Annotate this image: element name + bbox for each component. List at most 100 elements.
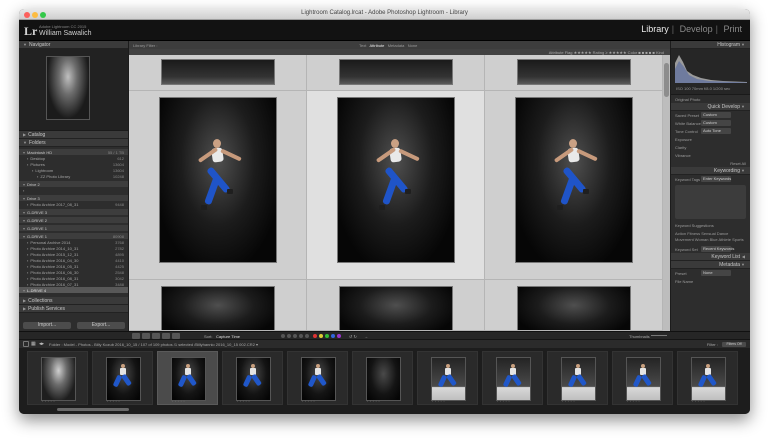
thumbnail-grid	[129, 55, 663, 331]
filter-tab-attribute[interactable]: Attribute	[369, 43, 384, 48]
metadata-preset-select[interactable]: None	[701, 270, 731, 276]
drive-triangle-icon: ▾	[23, 288, 26, 293]
rating-dot-icon[interactable]	[281, 334, 285, 338]
filmstrip-rating-dots: • • • • •	[237, 399, 251, 403]
keyword-tags-select[interactable]: Enter Keywords	[701, 176, 731, 182]
publish-services-header[interactable]: ▶ Publish Services	[19, 305, 128, 313]
filter-tab-text[interactable]: Text	[359, 43, 366, 48]
keywording-header[interactable]: Keywording ▼	[671, 167, 750, 175]
metadata-header[interactable]: Metadata ▼	[671, 261, 750, 269]
rating-dot-icon[interactable]	[287, 334, 291, 338]
saved-preset-select[interactable]: Custom	[701, 112, 731, 118]
keyword-set-label: Keyword Set	[675, 247, 698, 252]
color-label-green-icon[interactable]	[325, 334, 329, 338]
grid-cell[interactable]	[307, 280, 485, 331]
grid-cell[interactable]	[485, 55, 663, 91]
original-photo-checkbox[interactable]: Original Photo	[671, 95, 750, 103]
folder-label: G-DRIVE 1	[27, 226, 48, 231]
grid-icon[interactable]: ▦	[31, 341, 36, 347]
filmstrip-thumb[interactable]: • • • • •	[222, 351, 283, 405]
folders-header[interactable]: ▼ Folders	[19, 139, 128, 147]
filmstrip-thumb[interactable]: • • • • •	[157, 351, 218, 405]
auto-tone-button[interactable]: Auto Tone	[701, 128, 731, 134]
filmstrip-thumb[interactable]: • • • • •	[417, 351, 478, 405]
grid-scrollbar[interactable]	[663, 55, 670, 331]
filmstrip-thumb[interactable]: • • • • •	[27, 351, 88, 405]
filmstrip-rating-dots: • • • • •	[367, 399, 381, 403]
filmstrip-filter-select[interactable]: Filters Off	[722, 342, 746, 347]
identity-plate: Lr Adobe Lightroom CC 2015 William Sawal…	[19, 20, 750, 41]
module-develop[interactable]: Develop	[680, 24, 713, 34]
histogram-header[interactable]: Histogram ▼	[671, 41, 750, 49]
collections-header[interactable]: ▶ Collections	[19, 297, 128, 305]
rating-dot-icon[interactable]	[299, 334, 303, 338]
filmstrip-thumb[interactable]: • • • • •	[547, 351, 608, 405]
metadata-file-row: File Name	[671, 277, 750, 285]
filmstrip-thumb[interactable]: • • • • •	[482, 351, 543, 405]
folder-row[interactable]: ▾ G-DRIVE 2	[19, 217, 128, 223]
grid-cell[interactable]	[485, 280, 663, 331]
tone-control-label: Tone Control	[675, 129, 698, 134]
keyword-entry-box[interactable]	[675, 185, 746, 219]
color-label-red-icon[interactable]	[313, 334, 317, 338]
folder-row[interactable]: ▪	[19, 187, 128, 193]
thumbnail-size-slider[interactable]	[651, 335, 667, 336]
back-forward-arrows-icon[interactable]: ◂▸	[39, 341, 44, 347]
module-library[interactable]: Library	[641, 24, 669, 34]
filmstrip-thumb[interactable]: • • • • •	[677, 351, 738, 405]
rating-dot-icon[interactable]	[293, 334, 297, 338]
grid-cell[interactable]	[485, 91, 663, 280]
folder-row[interactable]: ▾ L-DRIVE 4	[19, 287, 128, 293]
color-label-yellow-icon[interactable]	[319, 334, 323, 338]
folder-row[interactable]: ▪ ZZ Photo Library 10248	[19, 173, 128, 179]
folder-row[interactable]: ▾ G-DRIVE 1	[19, 225, 128, 231]
catalog-header[interactable]: ▶ Catalog	[19, 131, 128, 139]
athlete-leg	[186, 373, 197, 387]
histogram-label: Histogram	[717, 42, 740, 48]
reset-all-button[interactable]: Reset All	[671, 159, 750, 167]
module-print[interactable]: Print	[723, 24, 742, 34]
grid-view: Library Filter : Text Attribute Metadata…	[129, 41, 670, 331]
clarity-row[interactable]: Clarity	[671, 143, 750, 151]
filmstrip-thumb[interactable]: • • • • •	[612, 351, 673, 405]
grid-scrollbar-thumb[interactable]	[664, 63, 669, 97]
white-balance-select[interactable]: Custom	[701, 120, 731, 126]
color-label-purple-icon[interactable]	[337, 334, 341, 338]
athlete-leg	[382, 174, 400, 205]
exposure-row[interactable]: Exposure	[671, 135, 750, 143]
filmstrip-thumb[interactable]: • • • • •	[287, 351, 348, 405]
folder-row[interactable]: ▾ G-DRIVE 3	[19, 209, 128, 215]
navigator-header[interactable]: ▼ Navigator	[19, 41, 128, 49]
athlete-figure	[632, 362, 653, 392]
filter-tab-none[interactable]: None	[408, 43, 418, 48]
filmstrip-scrollbar-thumb[interactable]	[57, 408, 129, 411]
filter-tab-metadata[interactable]: Metadata	[388, 43, 405, 48]
athlete-figure	[540, 117, 610, 237]
second-window-icon[interactable]	[23, 341, 29, 347]
rating-dot-icon[interactable]	[305, 334, 309, 338]
keyword-set-select[interactable]: Recent Keywords	[701, 246, 734, 252]
keyword-list-header[interactable]: Keyword List ◀	[671, 253, 750, 261]
quick-develop-header[interactable]: Quick Develop ▼	[671, 103, 750, 111]
filmstrip-thumb[interactable]: • • • • •	[92, 351, 153, 405]
keyword-suggestion-grid[interactable]: Action Fitness Sensual Dance Movement Wo…	[675, 231, 746, 243]
grid-cell[interactable]	[307, 55, 485, 91]
import-button[interactable]: Import...	[23, 322, 71, 329]
folder-row[interactable]: ▪ Photo Archive 2017_08_31 9448	[19, 201, 128, 207]
filmstrip-rating-dots: • • • • •	[562, 399, 576, 403]
folder-label: ZZ Photo Library	[40, 174, 71, 179]
filmstrip-thumb[interactable]: • • • • •	[352, 351, 413, 405]
vibrance-row[interactable]: Vibrance	[671, 151, 750, 159]
photo-thumbnail	[339, 59, 453, 85]
folder-label: G-DRIVE 2	[27, 218, 48, 223]
grid-cell[interactable]	[307, 91, 485, 280]
navigator-preview[interactable]	[19, 49, 128, 131]
color-label-blue-icon[interactable]	[331, 334, 335, 338]
grid-cell[interactable]	[129, 280, 307, 331]
grid-cell[interactable]	[129, 91, 307, 280]
export-button[interactable]: Export...	[77, 322, 125, 329]
athlete-arm	[220, 148, 243, 162]
filmstrip-breadcrumb[interactable]: Folder : Model - Photos - Billy Kozub 20…	[49, 342, 258, 347]
grid-cell[interactable]	[129, 55, 307, 91]
import-export-bar: Import... Export...	[19, 321, 128, 331]
